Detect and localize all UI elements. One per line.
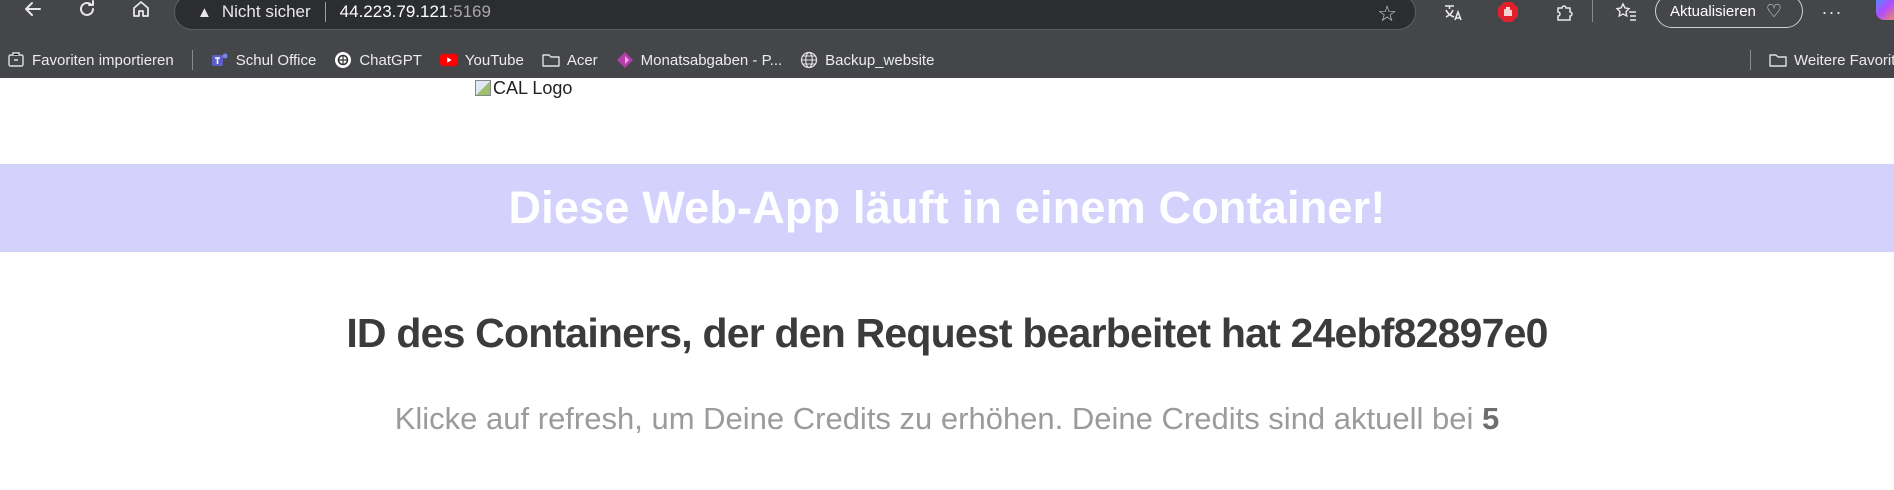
bookmark-label: YouTube [464,51,524,69]
bookmark-backup-website[interactable]: Backup_website [800,51,934,69]
folder-icon [542,51,560,69]
bookmark-label: Backup_website [825,51,935,69]
address-bar[interactable]: ▲ Nicht sicher 44.223.79.121:5169 ☆ [174,0,1416,30]
adblock-icon[interactable] [1496,0,1520,24]
credits-message: Klicke auf refresh, um Deine Credits zu … [394,401,1482,436]
warning-icon[interactable]: ▲ [197,4,212,21]
bookmark-label: Acer [566,51,598,69]
copilot-icon[interactable] [1876,0,1894,20]
favorite-star-icon[interactable]: ☆ [1377,1,1397,27]
chatgpt-icon [334,51,352,69]
bookmark-youtube[interactable]: YouTube [439,51,524,69]
bookmark-other-favorites-group: Weitere Favoriten [1750,42,1894,78]
bookmark-monatsabgaben[interactable]: Monatsabgaben - P... [616,51,783,69]
bookmark-divider [1750,50,1751,70]
powerapps-icon [616,51,634,69]
url-port[interactable]: :5169 [448,2,491,22]
bookmark-import-favorites[interactable]: Favoriten importieren [7,51,174,69]
bookmark-divider [191,50,193,70]
container-id-heading: ID des Containers, der den Request bearb… [346,310,1548,356]
back-icon[interactable] [14,0,52,28]
web-page: CAL Logo Diese Web-App läuft in einem Co… [0,78,1894,490]
bookmark-schul-office[interactable]: Schul Office [211,51,317,69]
url-host[interactable]: 44.223.79.121 [340,2,449,22]
update-button-label: Aktualisieren [1670,2,1756,20]
teams-icon [211,51,229,69]
bookmark-label: Favoriten importieren [32,51,174,69]
bookmark-label: Schul Office [235,51,317,69]
more-menu-icon[interactable]: ··· [1820,0,1844,24]
bookmark-chatgpt[interactable]: ChatGPT [334,51,422,69]
banner-title: Diese Web-App läuft in einem Container! [508,182,1386,233]
logo-alt-text: CAL Logo [493,78,573,98]
address-divider [324,2,326,22]
home-icon[interactable] [122,0,160,28]
translate-icon[interactable] [1440,0,1464,24]
banner: Diese Web-App läuft in einem Container! [0,164,1894,252]
favorites-icon[interactable] [1614,0,1638,24]
bookmark-other-favorites[interactable]: Weitere Favoriten [1769,51,1894,69]
refresh-icon[interactable] [68,0,106,28]
credits-text: Klicke auf refresh, um Deine Credits zu … [0,401,1894,437]
bookmark-acer[interactable]: Acer [542,51,598,69]
bookmark-label: Weitere Favoriten [1794,51,1894,69]
bookmark-label: ChatGPT [359,51,422,69]
heart-pulse-icon: ♡ [1765,0,1783,21]
bookmark-label: Monatsabgaben - P... [640,51,783,69]
youtube-icon [439,51,458,69]
credits-value: 5 [1482,401,1500,436]
toolbar-divider [1592,0,1593,22]
folder-icon [1769,51,1787,69]
import-icon [7,51,25,69]
extensions-icon[interactable] [1552,0,1576,24]
broken-image-icon [475,79,491,96]
update-button[interactable]: Aktualisieren ♡ [1655,0,1803,28]
bookmarks-bar: Favoriten importieren Schul Office ChatG… [0,42,1894,78]
browser-toolbar: ▲ Nicht sicher 44.223.79.121:5169 ☆ Aktu… [0,0,1894,42]
cal-logo: CAL Logo [475,78,572,99]
security-label[interactable]: Nicht sicher [222,2,311,22]
globe-icon [800,51,818,69]
